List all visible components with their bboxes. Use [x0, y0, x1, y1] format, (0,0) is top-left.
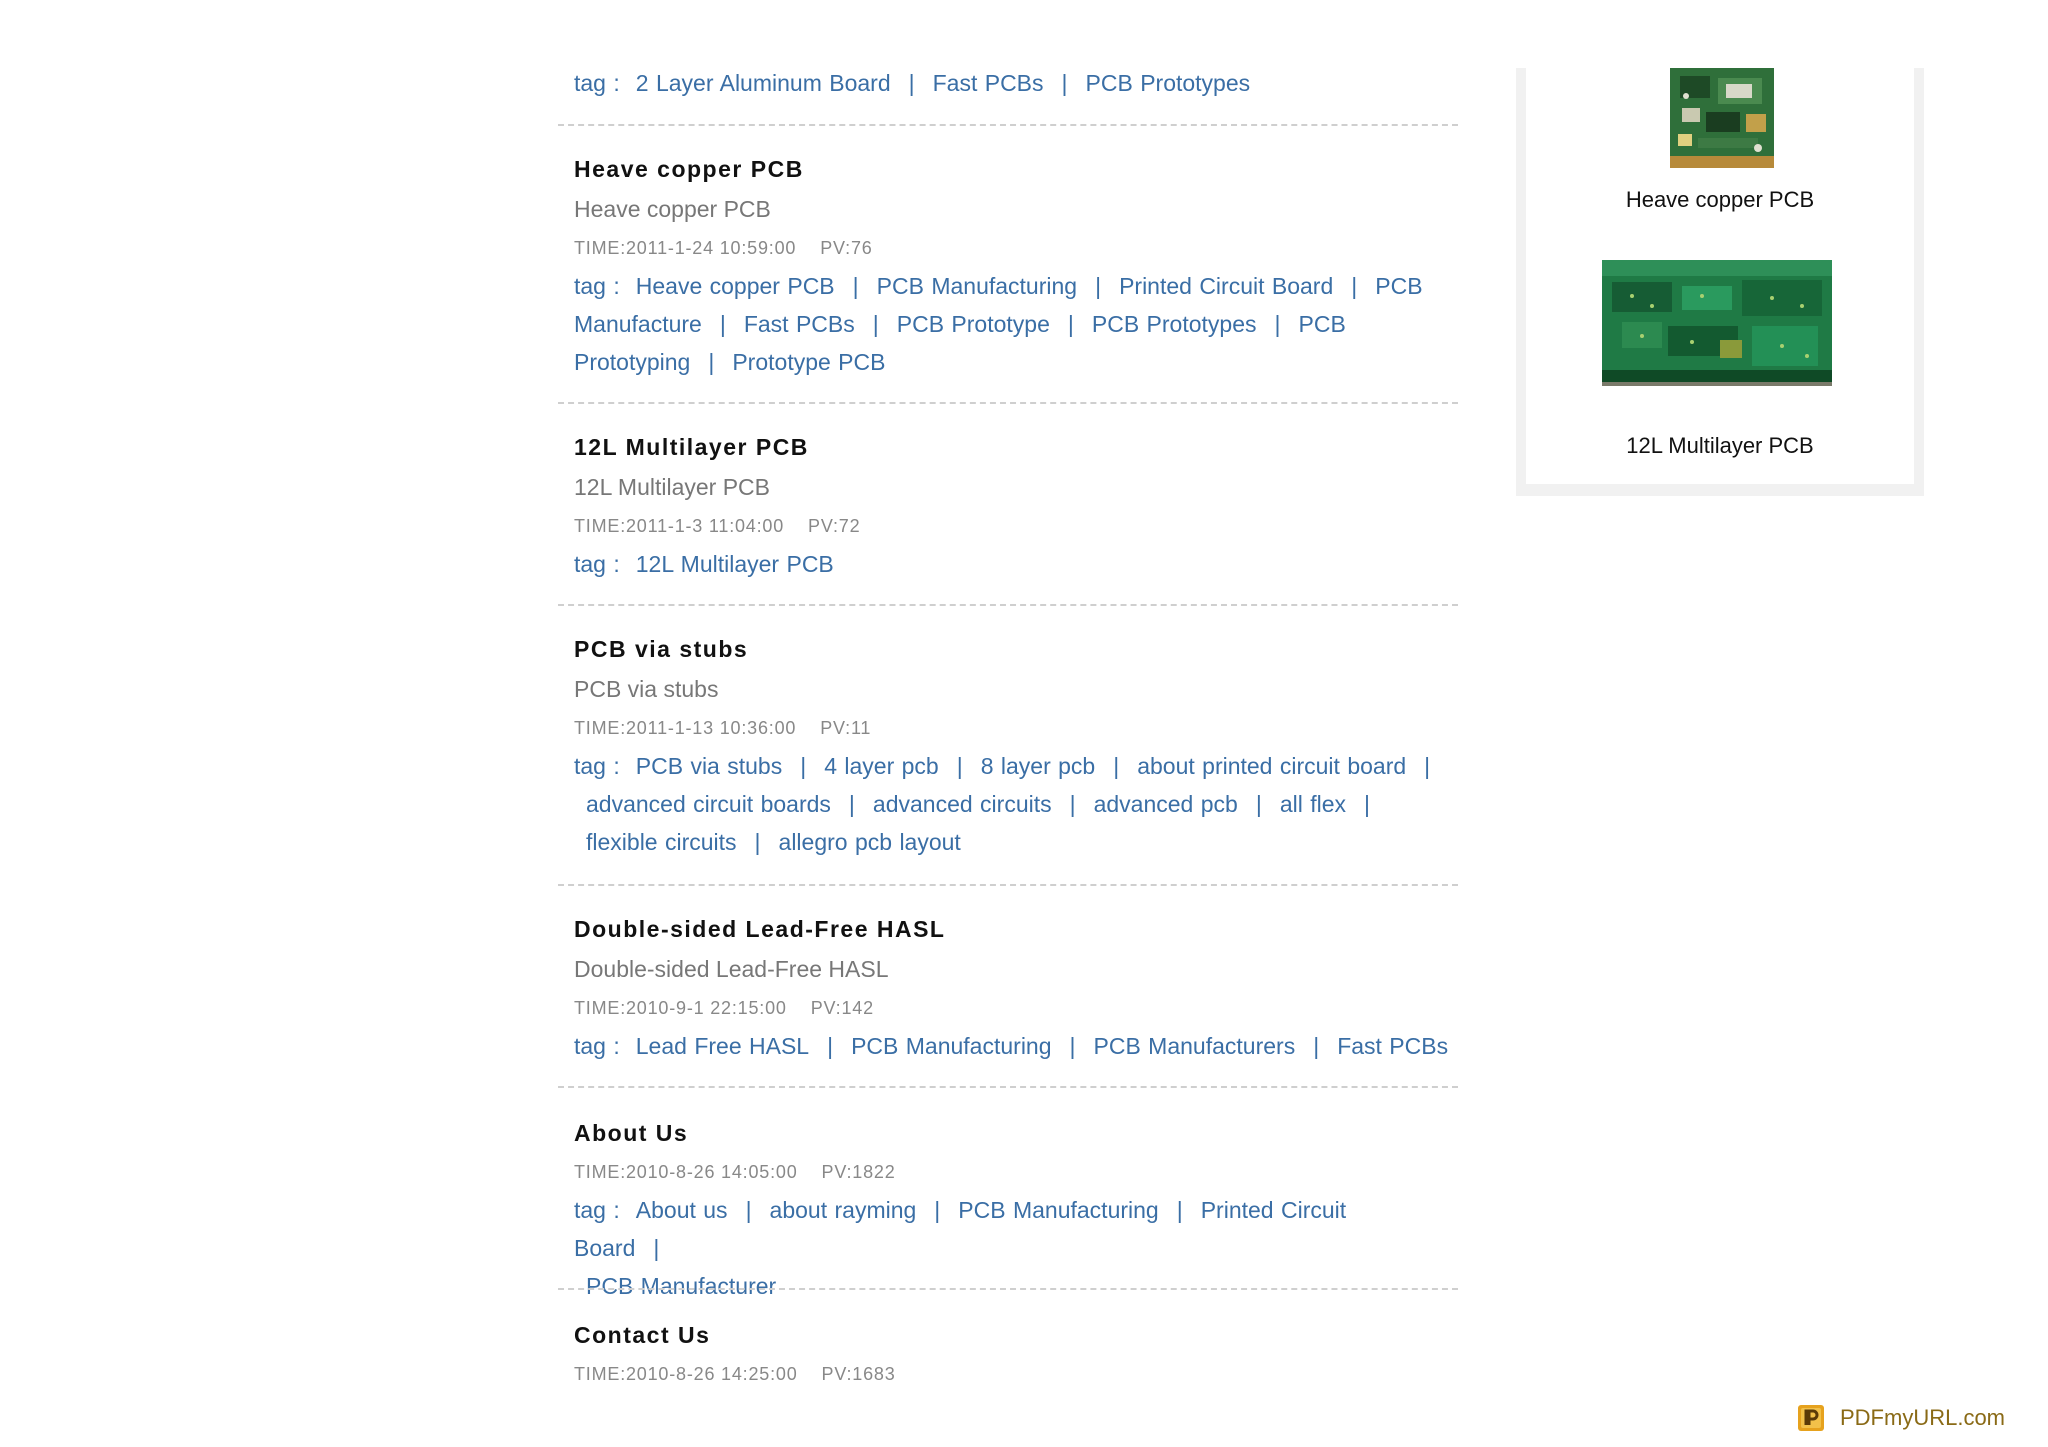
product-caption[interactable]: Heave copper PCB: [1526, 186, 1914, 214]
tag-link[interactable]: Prototype PCB: [732, 349, 885, 375]
pcb-board-photo[interactable]: [1602, 246, 1832, 394]
tag-link[interactable]: PCB Manufacturers: [1094, 1033, 1296, 1059]
article-item: Heave copper PCB Heave copper PCB TIME:2…: [574, 154, 1454, 381]
product-sidebar: Heave copper PCB 12L Multilayer PCB: [1516, 68, 1924, 496]
tag-list: tag : Heave copper PCB | PCB Manufacturing |…: [574, 273, 1423, 375]
product-sidebar-panel: Heave copper PCB 12L Multilayer PCB: [1526, 68, 1914, 484]
pdfmyurl-logo-icon: [1798, 1405, 1824, 1431]
article-title[interactable]: Double-sided Lead-Free HASL: [574, 914, 1454, 944]
pdfmyurl-brand-name: PDFmyURL.com: [1840, 1405, 2006, 1430]
tag-link[interactable]: 4 layer pcb: [824, 753, 939, 779]
article-item: 12L Multilayer PCB 12L Multilayer PCB TI…: [574, 432, 1454, 583]
tag-list: tag :2 Layer Aluminum Board | Fast PCBs | PC…: [574, 70, 1251, 96]
article-time: TIME:2011-1-13 10:36:00: [574, 718, 797, 738]
first-item-tags: tag :2 Layer Aluminum Board | Fast PCBs | PC…: [574, 64, 1454, 102]
tag-label: tag :: [574, 1033, 620, 1059]
tag-list: tag : 12L Multilayer PCB: [574, 545, 1454, 583]
tag-label: tag :: [574, 551, 620, 577]
tag-link[interactable]: Fast PCBs: [744, 311, 855, 337]
article-title[interactable]: Heave copper PCB: [574, 154, 1454, 184]
tag-link[interactable]: PCB Manufacturing: [958, 1197, 1158, 1223]
article-meta: TIME:2010-9-1 22:15:00 PV:142: [574, 996, 1454, 1020]
tag-link[interactable]: PCB Manufacturer: [586, 1273, 776, 1299]
article-pv: PV:76: [820, 238, 873, 258]
tag-link[interactable]: Fast PCBs: [933, 70, 1044, 96]
article-item: About Us TIME:2010-8-26 14:05:00 PV:1822 …: [574, 1118, 1454, 1305]
product-caption[interactable]: 12L Multilayer PCB: [1526, 432, 1914, 460]
divider: [558, 884, 1458, 886]
article-title[interactable]: 12L Multilayer PCB: [574, 432, 1454, 462]
article-pv: PV:1683: [821, 1364, 896, 1384]
article-time: TIME:2010-8-26 14:05:00: [574, 1162, 798, 1182]
article-meta: TIME:2011-1-24 10:59:00 PV:76: [574, 236, 1454, 260]
pcb-board-photo: [1602, 246, 1832, 394]
tag-link[interactable]: 12L Multilayer PCB: [636, 551, 834, 577]
tag-link[interactable]: PCB via stubs: [636, 753, 782, 779]
tag-link[interactable]: about printed circuit board: [1137, 753, 1406, 779]
divider: [558, 1086, 1458, 1088]
tag-link[interactable]: About us: [636, 1197, 728, 1223]
article-title[interactable]: About Us: [574, 1118, 1454, 1148]
article-summary: Double-sided Lead-Free HASL: [574, 956, 889, 982]
tag-link[interactable]: advanced pcb: [1094, 791, 1238, 817]
tag-list: tag : PCB via stubs | 4 layer pcb | 8 layer p…: [574, 753, 1431, 855]
divider: [558, 402, 1458, 404]
article-item: Contact Us TIME:2010-8-26 14:25:00 PV:168…: [574, 1320, 1454, 1386]
pcb-board-photo[interactable]: [1608, 68, 1834, 174]
article-pv: PV:11: [820, 718, 872, 738]
divider: [558, 1288, 1458, 1290]
tag-link[interactable]: 2 Layer Aluminum Board: [636, 70, 891, 96]
tag-link[interactable]: PCB Prototype: [897, 311, 1050, 337]
tag-link[interactable]: about rayming: [770, 1197, 917, 1223]
tag-link[interactable]: advanced circuits: [873, 791, 1052, 817]
tag-link[interactable]: Fast PCBs: [1337, 1033, 1448, 1059]
tag-link[interactable]: Heave copper PCB: [636, 273, 835, 299]
tag-link[interactable]: Printed Circuit Board: [1119, 273, 1333, 299]
tag-link[interactable]: allegro pcb layout: [779, 829, 961, 855]
tag-link[interactable]: PCB Manufacturing: [877, 273, 1077, 299]
article-time: TIME:2011-1-3 11:04:00: [574, 516, 785, 536]
article-item: Double-sided Lead-Free HASL Double-sided…: [574, 914, 1454, 1065]
tag-link[interactable]: PCB Prototypes: [1086, 70, 1251, 96]
tag-label: tag :: [574, 753, 620, 779]
article-meta: TIME:2010-8-26 14:25:00 PV:1683: [574, 1362, 1454, 1386]
article-meta: TIME:2011-1-3 11:04:00 PV:72: [574, 514, 1454, 538]
tag-link[interactable]: 8 layer pcb: [981, 753, 1096, 779]
article-meta: TIME:2011-1-13 10:36:00 PV:11: [574, 716, 1454, 740]
article-time: TIME:2010-9-1 22:15:00: [574, 998, 787, 1018]
tag-link[interactable]: flexible circuits: [586, 829, 737, 855]
tag-list: tag : Lead Free HASL | PCB Manufacturing | PC…: [574, 1033, 1449, 1059]
pdfmyurl-branding[interactable]: PDFmyURL.com: [1798, 1402, 2005, 1434]
article-pv: PV:1822: [821, 1162, 896, 1182]
tag-link[interactable]: advanced circuit boards: [586, 791, 831, 817]
divider: [558, 124, 1458, 126]
article-meta: TIME:2010-8-26 14:05:00 PV:1822: [574, 1160, 1454, 1184]
article-summary: 12L Multilayer PCB: [574, 474, 771, 500]
article-time: TIME:2010-8-26 14:25:00: [574, 1364, 798, 1384]
divider: [558, 604, 1458, 606]
tag-label: tag :: [574, 1197, 620, 1223]
pcb-board-photo: [1608, 68, 1834, 174]
article-item: PCB via stubs PCB via stubs TIME:2011-1-…: [574, 634, 1454, 861]
article-summary: Heave copper PCB: [574, 196, 771, 222]
article-pv: PV:72: [808, 516, 861, 536]
tag-link[interactable]: Lead Free HASL: [636, 1033, 809, 1059]
tag-link[interactable]: PCB Prototypes: [1092, 311, 1257, 337]
article-pv: PV:142: [810, 998, 874, 1018]
tag-link[interactable]: PCB Manufacturing: [851, 1033, 1051, 1059]
article-time: TIME:2011-1-24 10:59:00: [574, 238, 797, 258]
tag-label: tag :: [574, 70, 620, 96]
article-summary: PCB via stubs: [574, 676, 719, 702]
article-title[interactable]: Contact Us: [574, 1320, 1454, 1350]
tag-label: tag :: [574, 273, 620, 299]
article-title[interactable]: PCB via stubs: [574, 634, 1454, 664]
tag-link[interactable]: all flex: [1280, 791, 1346, 817]
